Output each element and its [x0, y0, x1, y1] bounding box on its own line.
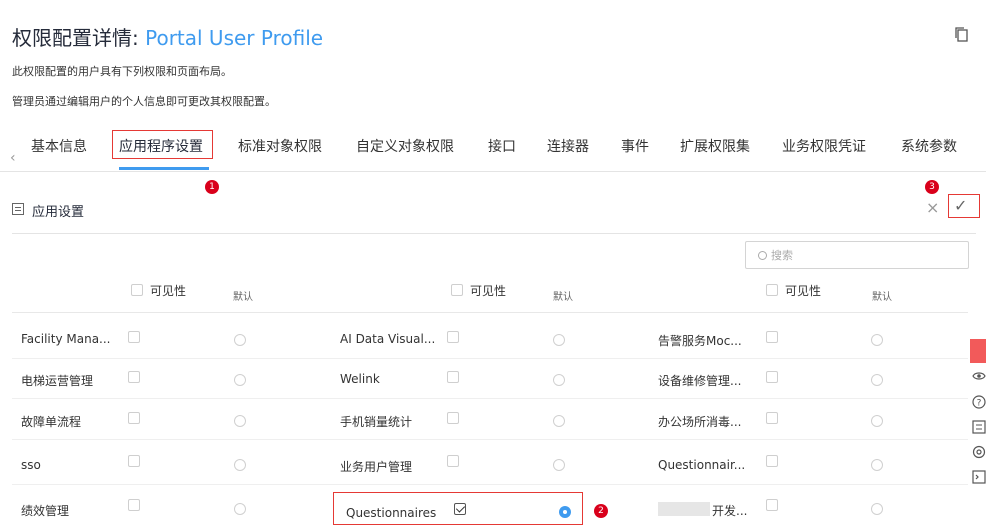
- app-name: 电梯运营管理: [21, 374, 94, 388]
- visibility-select-all-checkbox[interactable]: [131, 284, 143, 296]
- highlight-box-save: [948, 194, 980, 218]
- app-name: sso: [21, 458, 41, 472]
- default-radio[interactable]: [553, 334, 565, 346]
- default-radio[interactable]: [234, 415, 246, 427]
- visibility-checkbox[interactable]: [128, 412, 140, 424]
- redacted-text: [658, 502, 710, 516]
- list-icon[interactable]: [972, 420, 986, 437]
- visibility-checkbox[interactable]: [447, 331, 459, 343]
- step-marker-2: 2: [594, 504, 608, 518]
- row-divider: [12, 484, 968, 485]
- visibility-checkbox[interactable]: [128, 455, 140, 467]
- visibility-checkbox[interactable]: [766, 412, 778, 424]
- tab-custom-object-permissions[interactable]: 自定义对象权限: [356, 136, 454, 156]
- default-radio[interactable]: [553, 374, 565, 386]
- chat-icon[interactable]: [970, 339, 986, 363]
- step-marker-3: 3: [925, 180, 939, 194]
- column-header-default: 默认: [872, 292, 892, 303]
- search-icon: [758, 251, 767, 260]
- visibility-checkbox[interactable]: [447, 455, 459, 467]
- column-header-default: 默认: [233, 292, 253, 303]
- search-placeholder: 搜索: [771, 249, 793, 262]
- svg-text:?: ?: [977, 399, 982, 409]
- app-name: 业务用户管理: [340, 460, 413, 474]
- row-divider: [12, 398, 968, 399]
- profile-name: Portal User Profile: [145, 26, 324, 50]
- terminal-icon[interactable]: [972, 470, 986, 487]
- app-name: AI Data Visual...: [340, 332, 436, 346]
- app-name: 绩效管理: [21, 504, 70, 518]
- column-header-default: 默认: [553, 292, 573, 303]
- copy-icon[interactable]: [955, 27, 969, 43]
- eye-icon[interactable]: [972, 370, 986, 385]
- default-radio[interactable]: [871, 459, 883, 471]
- app-name: 手机销量统计: [340, 415, 413, 429]
- default-radio[interactable]: [871, 503, 883, 515]
- visibility-checkbox-checked[interactable]: [454, 503, 466, 515]
- default-radio[interactable]: [234, 459, 246, 471]
- default-radio[interactable]: [871, 334, 883, 346]
- tab-business-credentials[interactable]: 业务权限凭证: [782, 136, 866, 156]
- column-header-visibility: 可见性: [150, 284, 187, 298]
- visibility-checkbox[interactable]: [128, 499, 140, 511]
- tab-extension-permission-sets[interactable]: 扩展权限集: [680, 136, 750, 156]
- app-name: 告警服务Moc...: [658, 334, 742, 348]
- tab-interfaces[interactable]: 接口: [488, 136, 516, 156]
- visibility-select-all-checkbox[interactable]: [451, 284, 463, 296]
- section-title: 应用设置: [32, 205, 85, 220]
- tab-connectors[interactable]: 连接器: [547, 136, 589, 156]
- visibility-checkbox[interactable]: [766, 455, 778, 467]
- app-name: 设备维修管理...: [658, 374, 742, 388]
- default-radio[interactable]: [234, 374, 246, 386]
- page-title-prefix: 权限配置详情:: [12, 26, 146, 50]
- header-divider: [12, 312, 968, 313]
- visibility-checkbox[interactable]: [447, 412, 459, 424]
- default-radio[interactable]: [234, 503, 246, 515]
- row-divider: [12, 358, 968, 359]
- section-divider: [12, 233, 976, 234]
- app-name: Welink: [340, 372, 380, 386]
- description-line-2: 管理员通过编辑用户的个人信息即可更改其权限配置。: [12, 95, 276, 108]
- search-input[interactable]: 搜索: [745, 241, 969, 269]
- tab-basic-info[interactable]: 基本信息: [31, 136, 87, 156]
- tabs-prev-arrow[interactable]: ‹: [10, 150, 16, 166]
- visibility-checkbox[interactable]: [128, 371, 140, 383]
- page-title: 权限配置详情: Portal User Profile: [12, 22, 323, 51]
- row-divider: [12, 439, 968, 440]
- tab-standard-object-permissions[interactable]: 标准对象权限: [238, 136, 322, 156]
- cancel-button[interactable]: ×: [926, 198, 939, 217]
- highlight-box-app-settings-tab: [112, 130, 213, 159]
- list-icon: [12, 203, 24, 215]
- app-name: Questionnaires: [346, 506, 437, 520]
- column-header-visibility: 可见性: [785, 284, 822, 298]
- app-name: 开发...: [712, 504, 748, 518]
- default-radio[interactable]: [871, 374, 883, 386]
- default-radio-selected[interactable]: [559, 506, 571, 518]
- app-name: Questionnair...: [658, 458, 746, 472]
- app-name: Facility Mana...: [21, 332, 111, 346]
- default-radio[interactable]: [553, 415, 565, 427]
- column-header-visibility: 可见性: [470, 284, 507, 298]
- description-line-1: 此权限配置的用户具有下列权限和页面布局。: [12, 65, 232, 78]
- app-name: 故障单流程: [21, 415, 82, 429]
- help-icon[interactable]: ?: [972, 395, 986, 412]
- visibility-checkbox[interactable]: [766, 499, 778, 511]
- settings-icon[interactable]: [972, 445, 986, 462]
- visibility-checkbox[interactable]: [128, 331, 140, 343]
- visibility-checkbox[interactable]: [766, 371, 778, 383]
- step-marker-1: 1: [205, 180, 219, 194]
- visibility-checkbox[interactable]: [447, 371, 459, 383]
- default-radio[interactable]: [553, 459, 565, 471]
- default-radio[interactable]: [234, 334, 246, 346]
- tab-system-parameters[interactable]: 系统参数: [901, 136, 957, 156]
- visibility-checkbox[interactable]: [766, 331, 778, 343]
- active-tab-indicator: [119, 167, 209, 170]
- default-radio[interactable]: [871, 415, 883, 427]
- visibility-select-all-checkbox[interactable]: [766, 284, 778, 296]
- tab-events[interactable]: 事件: [621, 136, 649, 156]
- app-name: 办公场所消毒...: [658, 415, 742, 429]
